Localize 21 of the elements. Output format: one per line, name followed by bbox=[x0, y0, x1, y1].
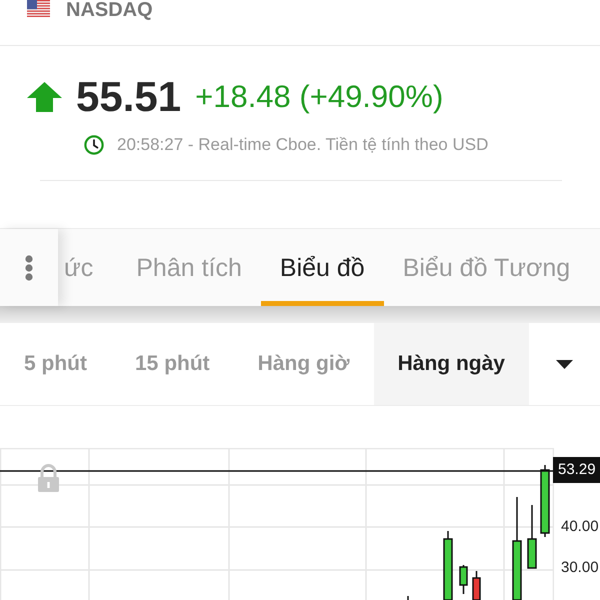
price-value: 55.51 bbox=[76, 74, 182, 120]
caret-icon bbox=[556, 360, 573, 368]
interval-option[interactable]: 15 phút bbox=[111, 323, 234, 405]
lock-icon bbox=[38, 464, 59, 492]
more-button[interactable] bbox=[0, 229, 58, 306]
price-change: +18.48 (+49.90%) bbox=[195, 78, 444, 116]
interval-option[interactable]: 5 phút bbox=[0, 323, 111, 405]
more-icon bbox=[25, 254, 33, 280]
interval-option[interactable]: Hàng ngày bbox=[374, 323, 529, 405]
y-axis-label: 40.00 bbox=[561, 517, 599, 537]
last-price-label: 53.29 bbox=[553, 457, 600, 483]
interval-option[interactable]: Hàng giờ bbox=[234, 323, 374, 405]
y-axis-label: 30.00 bbox=[561, 558, 599, 578]
tab[interactable]: ức bbox=[58, 229, 118, 306]
exchange-name: NASDAQ bbox=[66, 0, 153, 21]
timestamp-text: 20:58:27 - Real-time Cboe. Tiền tệ tính theo USD bbox=[117, 134, 488, 156]
clock-icon bbox=[84, 135, 104, 155]
candle-wick bbox=[407, 596, 409, 600]
tab[interactable]: Biểu đồ Tương bbox=[384, 229, 590, 306]
tab[interactable]: Biểu đồ bbox=[260, 229, 384, 306]
tab[interactable]: Phân tích bbox=[117, 229, 261, 306]
